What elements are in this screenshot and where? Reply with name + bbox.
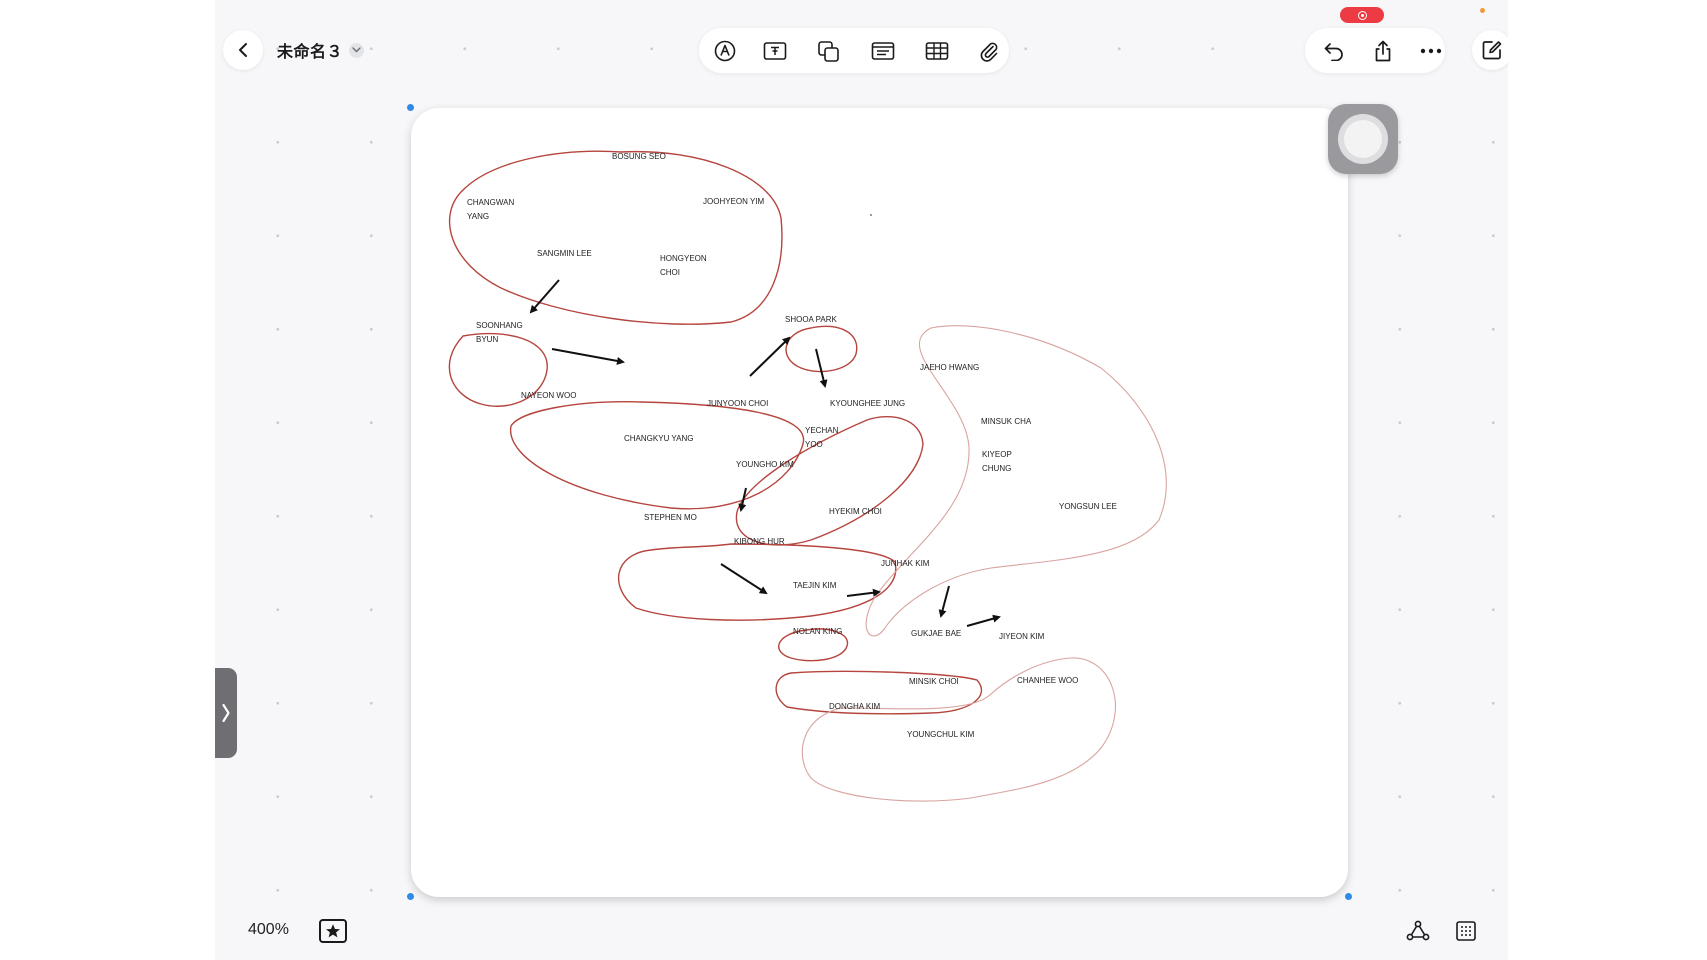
- privacy-indicator-dot: [1480, 8, 1485, 13]
- canvas-label: JIYEON KIM: [999, 632, 1045, 641]
- canvas-label: JUNYOON CHOI: [707, 399, 769, 408]
- canvas-label: CHANGKYU YANG: [624, 434, 694, 443]
- more-button[interactable]: [1419, 39, 1443, 63]
- undo-icon: [1324, 43, 1343, 61]
- sidebar-toggle-tab[interactable]: [215, 668, 237, 758]
- canvas-label: HYEKIM CHOI: [829, 507, 882, 516]
- share-button[interactable]: [1371, 39, 1395, 63]
- canvas-label: MINSUK CHA: [981, 417, 1032, 426]
- chevron-right-icon: [222, 703, 230, 723]
- sticky-note-icon: [871, 42, 895, 60]
- canvas-label: CHANGWAN YANG: [467, 198, 515, 221]
- canvas-label: DONGHA KIM: [829, 702, 881, 711]
- canvas-label: GUKJAE BAE: [911, 629, 962, 638]
- canvas-label: NAYEON WOO: [521, 391, 577, 400]
- document-title-area[interactable]: 未命名３: [277, 38, 365, 62]
- attachment-tool-button[interactable]: [977, 39, 1001, 63]
- canvas-label: YOUNGHO KIM: [736, 460, 794, 469]
- group-loop-6: [865, 325, 1167, 637]
- group-loop-1: [448, 150, 783, 325]
- canvas-label: STEPHEN MO: [644, 513, 697, 522]
- grid-view-icon: [1456, 921, 1476, 941]
- chevron-left-icon: [239, 43, 247, 57]
- canvas-label: YOUNGCHUL KIM: [907, 730, 975, 739]
- zoom-level-indicator[interactable]: 400%: [248, 921, 289, 939]
- grid-view-button[interactable]: [1453, 918, 1479, 944]
- chevron-down-icon: [352, 47, 361, 53]
- more-icon: [1420, 48, 1442, 54]
- canvas-label: JAEHO HWANG: [920, 363, 980, 372]
- canvas-label: SHOOA PARK: [785, 315, 837, 324]
- drawing-canvas[interactable]: BOSUNG SEO CHANGWAN YANG JOOHYEON YIM SA…: [411, 108, 1348, 897]
- canvas-label: KYOUNGHEE JUNG: [830, 399, 906, 408]
- connector-nodes-icon: [1406, 920, 1430, 941]
- screen-record-icon: [1357, 10, 1367, 20]
- action-toolbar: [1305, 28, 1445, 73]
- title-dropdown-button[interactable]: [349, 42, 365, 58]
- stray-ink-dot: [870, 214, 872, 216]
- table-tool-button[interactable]: [925, 39, 949, 63]
- canvas-label: JUNHAK KIM: [881, 559, 930, 568]
- pen-tool-button[interactable]: [713, 39, 737, 63]
- pen-nib-icon: [714, 40, 736, 62]
- screen-record-indicator[interactable]: [1340, 7, 1384, 23]
- group-loop-3: [785, 325, 858, 373]
- hand-drawn-diagram: [448, 150, 1167, 802]
- canvas-label: NOLAN KING: [793, 627, 843, 636]
- canvas-label: KIYEOP CHUNG: [982, 450, 1012, 473]
- whiteboard-app: 未命名３ BOSUNG SEO CHANGWAN YANG JOOHYEON Y…: [215, 0, 1508, 960]
- canvas-label: TAEJIN KIM: [793, 581, 837, 590]
- connector-button[interactable]: [1405, 918, 1431, 944]
- canvas-label: YECHAN YOO: [805, 426, 839, 449]
- document-title[interactable]: 未命名３: [277, 38, 343, 62]
- share-icon: [1375, 40, 1391, 62]
- canvas-label: JOOHYEON YIM: [703, 197, 765, 206]
- assistive-touch-button[interactable]: [1328, 104, 1398, 174]
- text-box-icon: [763, 42, 787, 60]
- shapes-icon: [818, 41, 839, 62]
- edit-icon: [1482, 41, 1502, 60]
- text-box-tool-button[interactable]: [763, 39, 787, 63]
- canvas-label: MINSIK CHOI: [909, 677, 959, 686]
- group-loop-7: [617, 543, 897, 621]
- canvas-label: BOSUNG SEO: [612, 152, 666, 161]
- shapes-tool-button[interactable]: [817, 39, 841, 63]
- star-icon: [326, 924, 340, 938]
- canvas-label: SOONHANG BYUN: [476, 321, 523, 344]
- table-icon: [925, 42, 949, 60]
- canvas-label: YONGSUN LEE: [1059, 502, 1117, 511]
- favorite-button[interactable]: [319, 919, 347, 943]
- edit-button[interactable]: [1472, 30, 1508, 70]
- canvas-label: CHANHEE WOO: [1017, 676, 1079, 685]
- group-loop-4: [510, 401, 805, 510]
- assistive-touch-ring: [1344, 120, 1382, 158]
- insert-toolbar: [699, 28, 1009, 73]
- paperclip-icon: [980, 42, 998, 62]
- back-button[interactable]: [223, 30, 263, 70]
- undo-button[interactable]: [1322, 39, 1346, 63]
- canvas-label: KIBONG HUR: [734, 537, 785, 546]
- sticky-note-tool-button[interactable]: [871, 39, 895, 63]
- canvas-label: SANGMIN LEE: [537, 249, 592, 258]
- canvas-label: HONGYEON CHOI: [660, 254, 707, 277]
